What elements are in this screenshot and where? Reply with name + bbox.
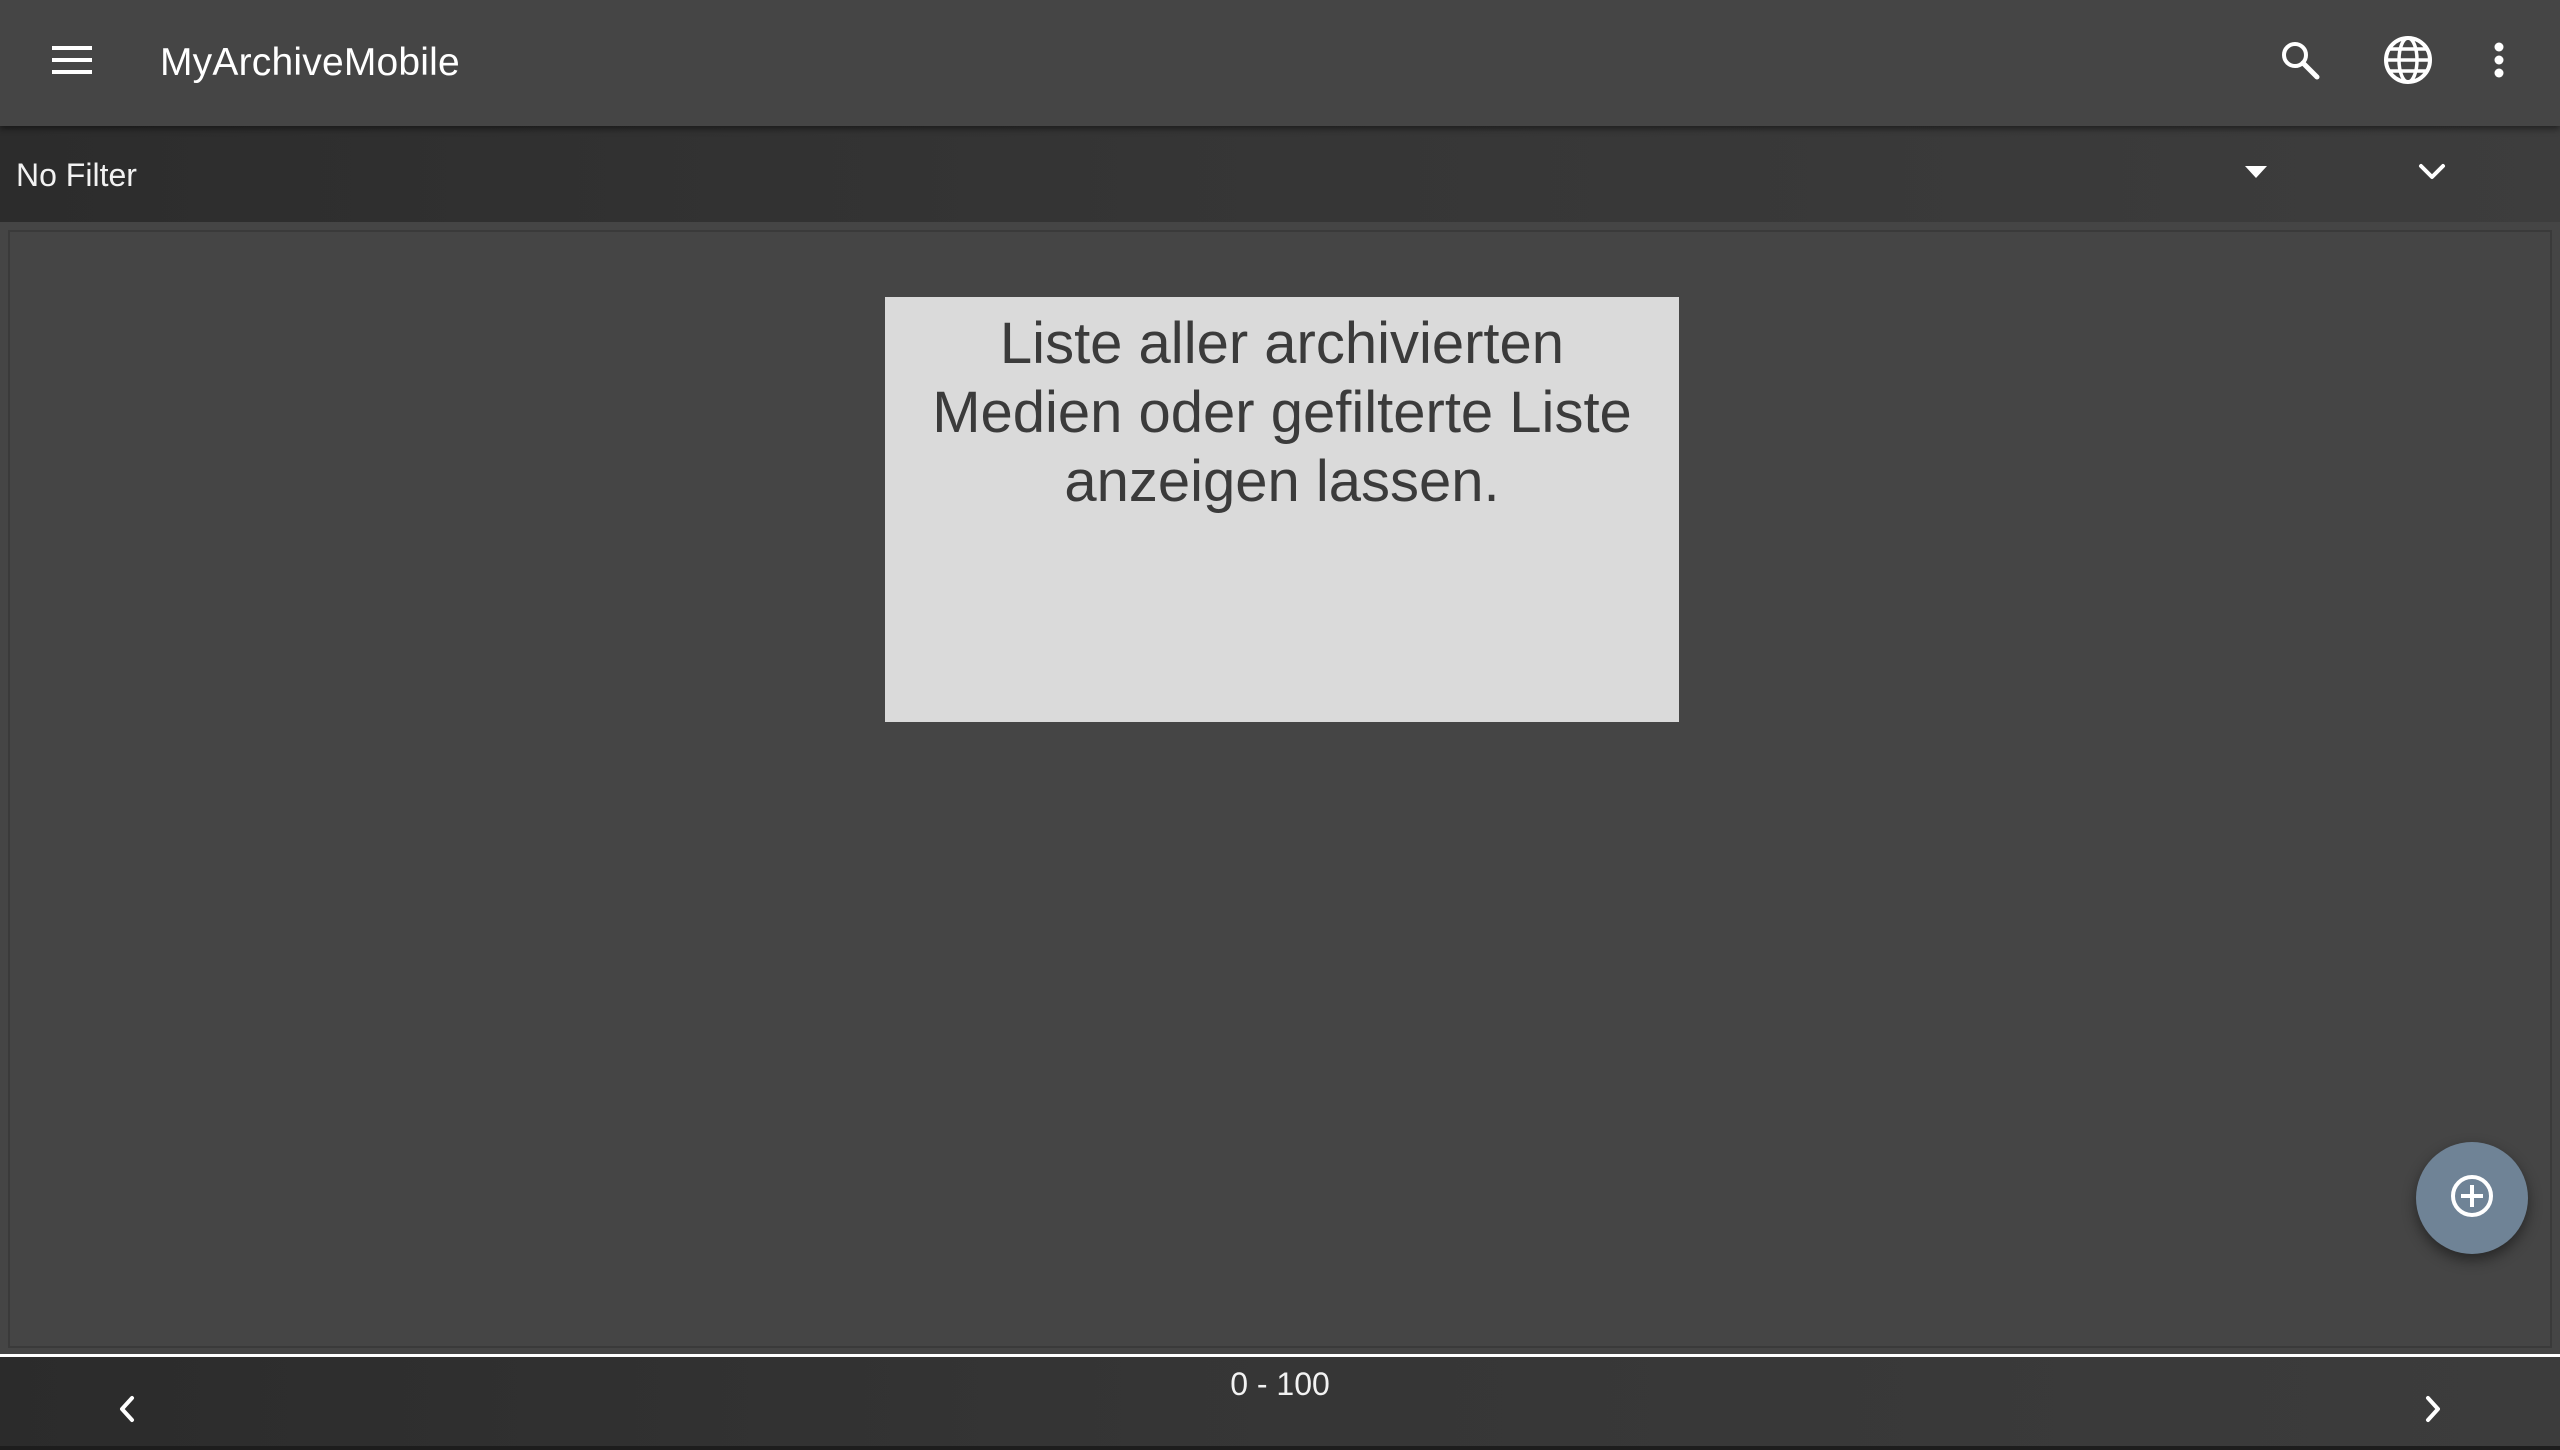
- globe-icon: [2382, 34, 2434, 91]
- previous-page-button[interactable]: [92, 1381, 162, 1441]
- language-button[interactable]: [2368, 22, 2448, 102]
- filter-dropdown-button[interactable]: [2220, 144, 2292, 204]
- app-title: MyArchiveMobile: [160, 41, 460, 84]
- add-circle-icon: [2449, 1173, 2495, 1224]
- pagination-bar: 0 - 100: [0, 1357, 2560, 1446]
- menu-button[interactable]: [32, 22, 112, 102]
- app-screen: MyArchiveMobile No Filter Liste aller ar…: [0, 0, 2560, 1446]
- search-icon: [2280, 40, 2320, 85]
- add-media-button[interactable]: [2416, 1142, 2528, 1254]
- more-vert-icon: [2493, 42, 2505, 83]
- chevron-right-icon: [2424, 1395, 2442, 1428]
- search-button[interactable]: [2260, 22, 2340, 102]
- arrow-drop-down-icon: [2245, 165, 2267, 183]
- hamburger-menu-icon: [52, 45, 92, 80]
- app-bar: MyArchiveMobile: [0, 0, 2560, 126]
- filter-expand-button[interactable]: [2396, 144, 2468, 204]
- filter-select[interactable]: No Filter: [16, 156, 137, 194]
- page-range-label: 0 - 100: [1230, 1366, 1330, 1402]
- next-page-button[interactable]: [2398, 1381, 2468, 1441]
- info-text: Liste aller archivierten Medien oder gef…: [932, 311, 1632, 514]
- overflow-menu-button[interactable]: [2474, 22, 2524, 102]
- chevron-down-icon: [2418, 163, 2446, 186]
- filter-bar: No Filter: [0, 126, 2560, 222]
- info-card: Liste aller archivierten Medien oder gef…: [885, 297, 1679, 722]
- chevron-left-icon: [118, 1395, 136, 1428]
